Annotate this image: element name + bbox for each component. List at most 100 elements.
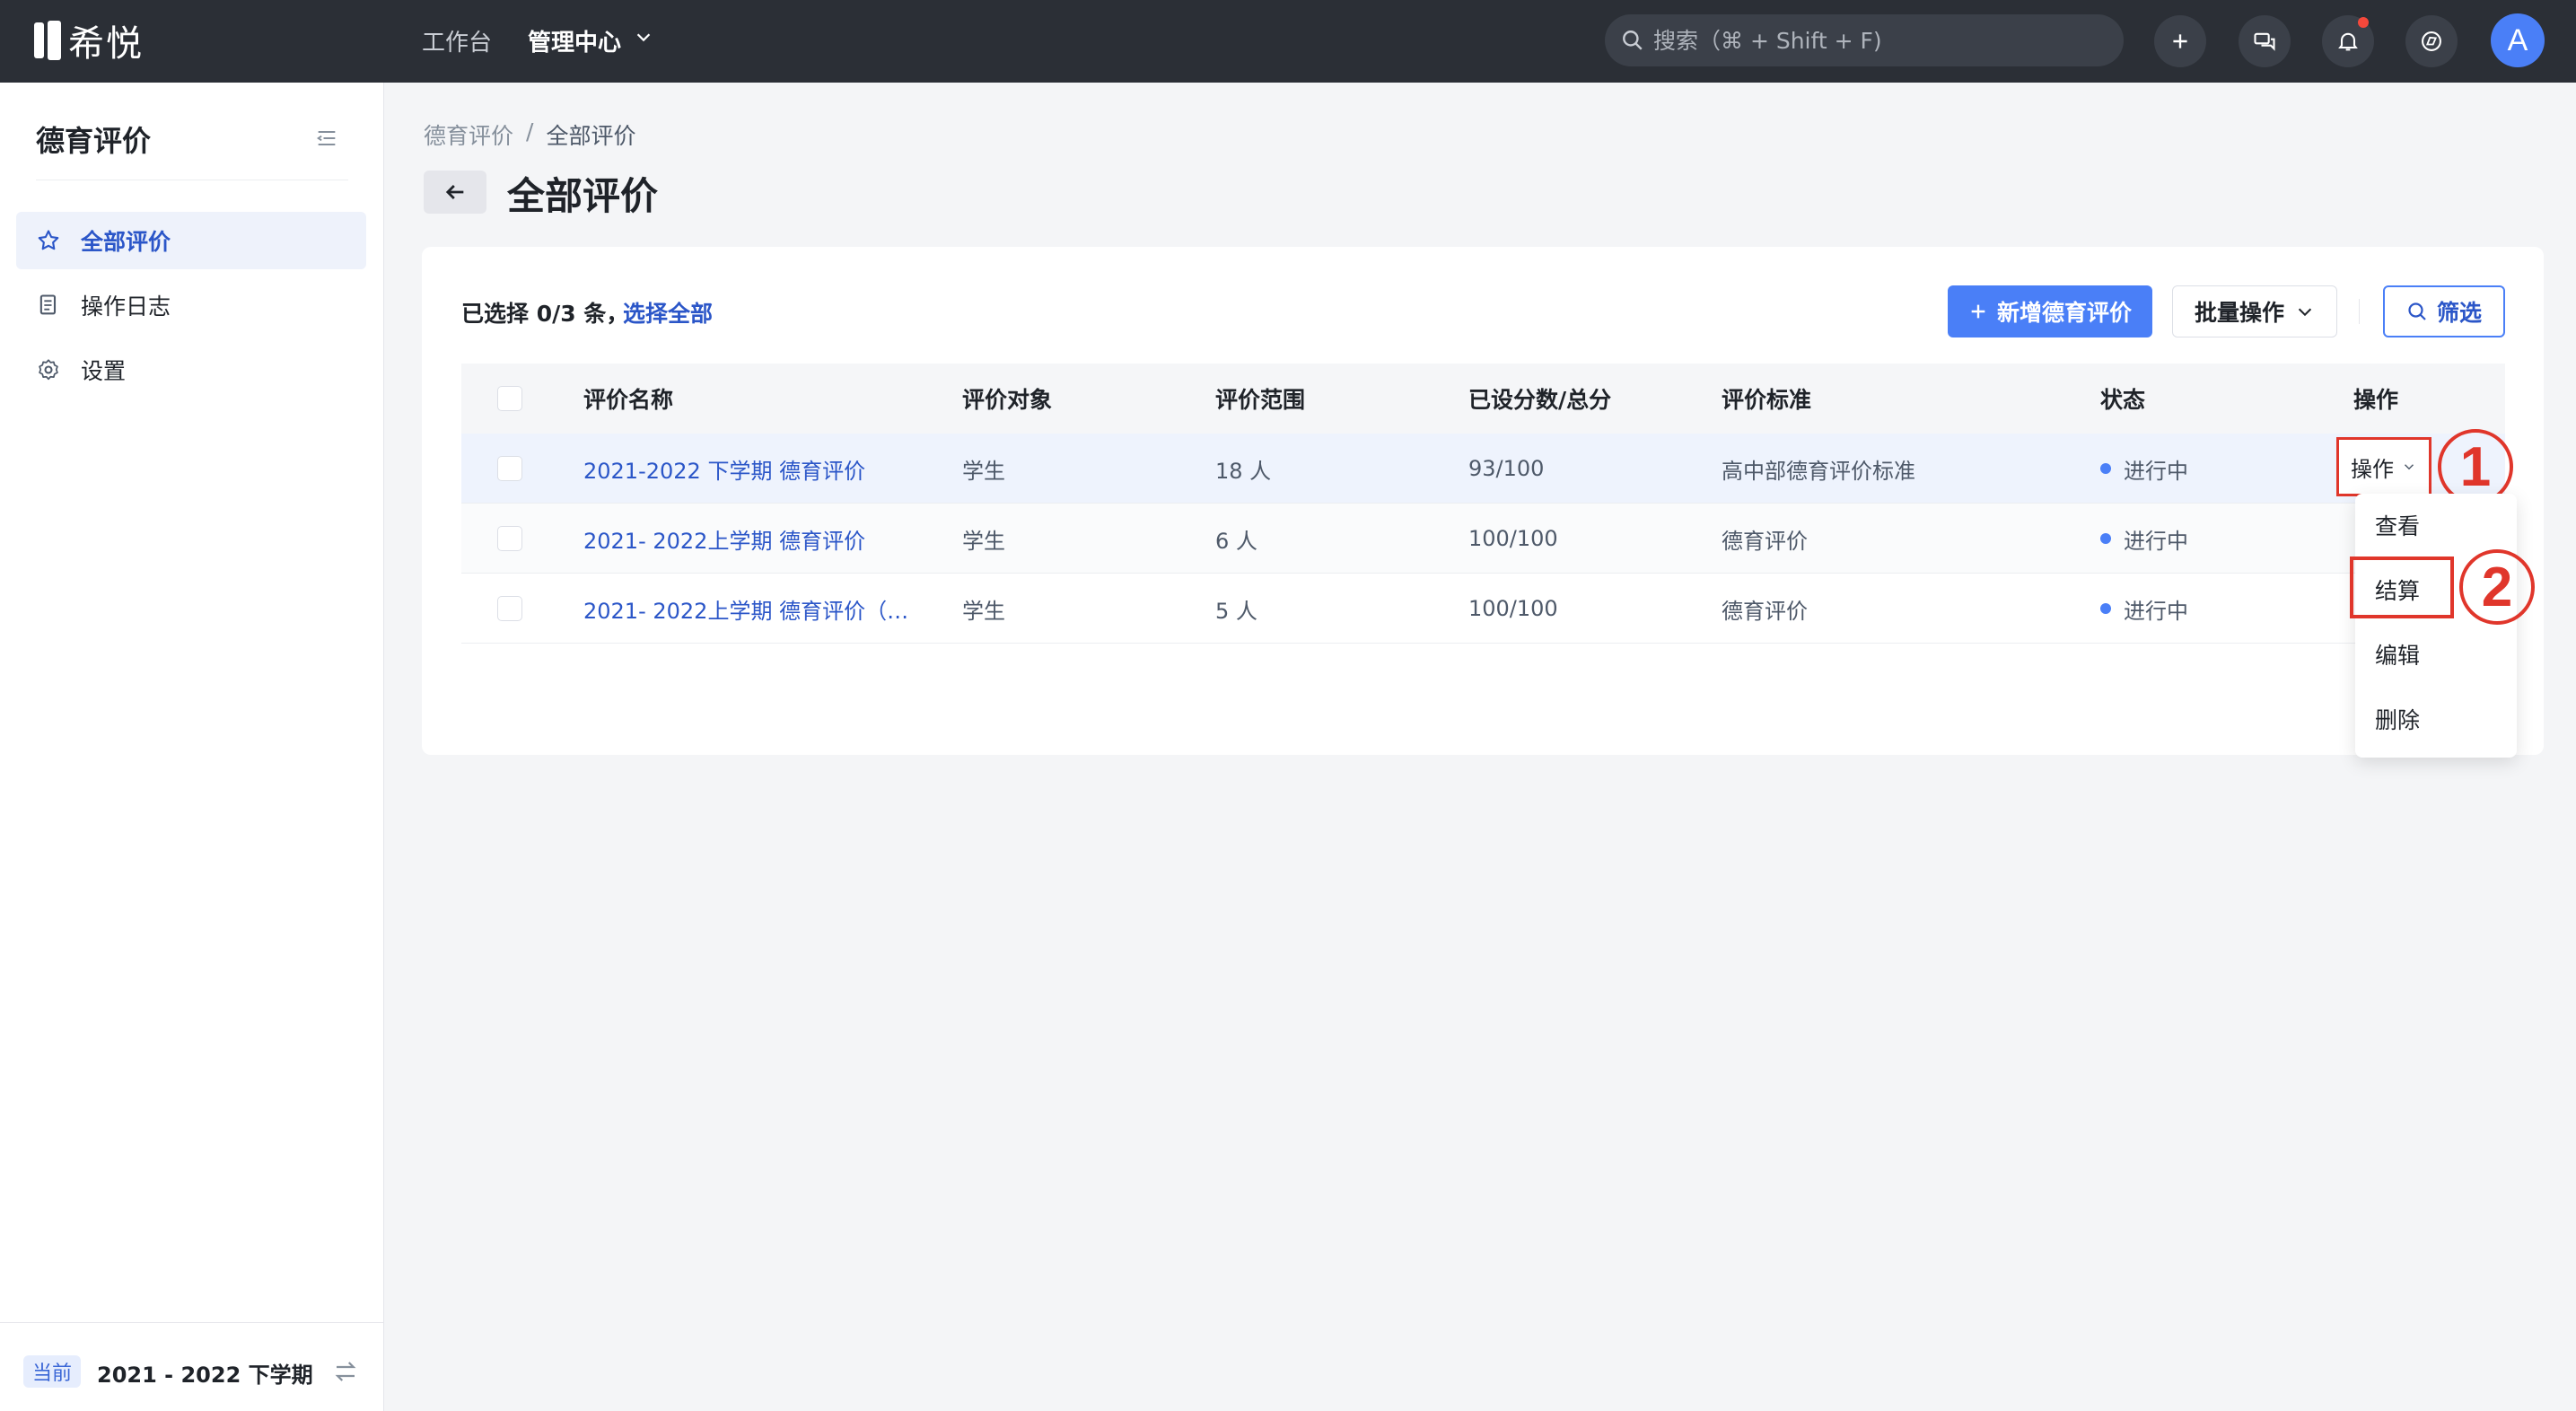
evaluation-standard: 高中部德育评价标准 — [1722, 458, 1915, 484]
chat-icon — [2254, 32, 2275, 51]
notifications-button[interactable] — [2322, 15, 2374, 67]
nav-workspace[interactable]: 工作台 — [422, 24, 492, 57]
global-search[interactable] — [1605, 14, 2124, 66]
row-checkbox[interactable] — [497, 596, 522, 621]
row-actions-menu: 查看 结算 编辑 删除 — [2355, 494, 2517, 758]
evaluation-standard: 德育评价 — [1722, 598, 1808, 624]
select-all-checkbox-cell[interactable] — [497, 364, 522, 434]
column-header: 状态 — [2100, 387, 2146, 413]
status-dot-icon — [2100, 533, 2111, 544]
plus-icon — [1971, 304, 1985, 319]
row-actions-button[interactable]: 操作 — [2336, 437, 2431, 496]
sidebar-item-label: 设置 — [81, 358, 127, 384]
chevron-down-icon[interactable] — [634, 27, 653, 47]
nav-admin-center[interactable]: 管理中心 — [528, 24, 621, 57]
row-actions-label: 操作 — [2351, 456, 2394, 482]
status-badge: 进行中 — [2100, 434, 2188, 504]
gear-icon — [39, 359, 58, 381]
search-input[interactable] — [1653, 27, 2102, 54]
add-evaluation-button[interactable]: 新增德育评价 — [1948, 285, 2152, 337]
evaluation-target: 学生 — [962, 598, 1005, 624]
status-text: 进行中 — [2124, 598, 2188, 624]
column-header: 评价名称 — [583, 387, 674, 413]
logo-text: 希悦 — [68, 23, 144, 65]
column-header: 评价标准 — [1722, 387, 1812, 413]
column-header: 已设分数/总分 — [1468, 387, 1612, 413]
menu-item-edit[interactable]: 编辑 — [2375, 638, 2420, 670]
chevron-down-icon — [2404, 464, 2414, 470]
document-icon — [39, 294, 57, 315]
evaluation-list-card: 已选择 0/3 条， 选择全部 新增德育评价 批量操作 筛选 评价名称 评价对象… — [422, 247, 2544, 755]
back-button[interactable] — [424, 171, 486, 214]
app-logo[interactable]: 希悦 — [34, 18, 144, 65]
create-button[interactable] — [2154, 15, 2206, 67]
status-text: 进行中 — [2124, 528, 2188, 554]
filter-button[interactable]: 筛选 — [2383, 285, 2505, 337]
header-checkbox[interactable] — [497, 386, 522, 411]
sidebar-item-label: 全部评价 — [81, 229, 171, 255]
arrow-left-icon — [445, 185, 464, 199]
logo-mark-icon — [34, 21, 61, 60]
filter-label: 筛选 — [2436, 300, 2482, 326]
messages-button[interactable] — [2239, 15, 2291, 67]
batch-actions-label: 批量操作 — [2194, 300, 2284, 326]
breadcrumb: 德育评价 / 全部评价 — [424, 118, 635, 151]
evaluation-name-link[interactable]: 2021-2022 下学期 德育评价 — [583, 434, 865, 504]
collapse-sidebar-icon[interactable] — [314, 126, 339, 151]
apps-button[interactable] — [2405, 15, 2458, 67]
settle-highlight-box — [2350, 557, 2454, 618]
status-badge: 进行中 — [2100, 574, 2188, 644]
column-header: 评价范围 — [1215, 387, 1306, 413]
selection-info: 已选择 0/3 条， — [461, 301, 629, 327]
evaluation-scope: 6 人 — [1215, 528, 1257, 554]
evaluation-standard: 德育评价 — [1722, 528, 1808, 554]
sidebar-item-label: 操作日志 — [81, 294, 171, 320]
row-checkbox[interactable] — [497, 456, 522, 481]
evaluation-scope: 5 人 — [1215, 598, 1257, 624]
table-row[interactable]: 2021-2022 下学期 德育评价 学生 18 人 93/100 高中部德育评… — [461, 434, 2505, 504]
evaluation-score: 100/100 — [1468, 596, 1558, 621]
search-icon — [1623, 31, 1643, 50]
breadcrumb-separator: / — [526, 118, 534, 145]
status-dot-icon — [2100, 603, 2111, 614]
column-header: 评价对象 — [962, 387, 1053, 413]
menu-item-view[interactable]: 查看 — [2375, 509, 2420, 541]
evaluation-score: 93/100 — [1468, 456, 1545, 481]
status-dot-icon — [2100, 463, 2111, 474]
evaluation-name-link[interactable]: 2021- 2022上学期 德育评价 — [583, 504, 865, 574]
breadcrumb-parent[interactable]: 德育评价 — [424, 118, 513, 151]
evaluation-scope: 18 人 — [1215, 458, 1272, 484]
menu-item-delete[interactable]: 删除 — [2375, 703, 2420, 735]
sidebar-title: 德育评价 — [36, 124, 152, 158]
table-header: 评价名称 评价对象 评价范围 已设分数/总分 评价标准 状态 操作 — [461, 364, 2505, 434]
row-checkbox[interactable] — [497, 526, 522, 551]
chevron-down-icon — [2298, 308, 2312, 317]
unread-dot — [2358, 17, 2369, 28]
status-badge: 进行中 — [2100, 504, 2188, 574]
evaluation-target: 学生 — [962, 528, 1005, 554]
sidebar-footer-divider — [0, 1322, 384, 1323]
evaluation-score: 100/100 — [1468, 526, 1558, 551]
current-term-badge: 当前 — [23, 1355, 82, 1388]
bell-icon — [2338, 32, 2358, 51]
table-row[interactable]: 2021- 2022上学期 德育评价 学生 6 人 100/100 德育评价 进… — [461, 504, 2505, 574]
step-2-annotation: 2 — [2459, 549, 2535, 625]
plus-icon — [2173, 34, 2187, 48]
toolbar-divider — [2359, 299, 2360, 324]
compass-icon — [2422, 31, 2441, 51]
table-row[interactable]: 2021- 2022上学期 德育评价（… 学生 5 人 100/100 德育评价… — [461, 574, 2505, 644]
sidebar-item-all-evaluations[interactable]: 全部评价 — [16, 212, 366, 269]
evaluation-name-link[interactable]: 2021- 2022上学期 德育评价（… — [583, 574, 908, 644]
add-evaluation-label: 新增德育评价 — [1996, 301, 2132, 326]
top-navigation-bar: 希悦 工作台 管理中心 A — [0, 0, 2576, 83]
sidebar-item-settings[interactable]: 设置 — [16, 341, 366, 399]
search-icon — [2408, 302, 2426, 320]
sidebar-item-operation-log[interactable]: 操作日志 — [16, 276, 366, 334]
batch-actions-button[interactable]: 批量操作 — [2172, 285, 2337, 337]
select-all-link[interactable]: 选择全部 — [623, 296, 713, 329]
user-avatar[interactable]: A — [2491, 13, 2545, 67]
column-header: 操作 — [2353, 387, 2399, 413]
star-icon — [38, 230, 59, 250]
swap-icon[interactable] — [332, 1358, 359, 1385]
current-term: 2021 - 2022 下学期 — [97, 1363, 313, 1388]
